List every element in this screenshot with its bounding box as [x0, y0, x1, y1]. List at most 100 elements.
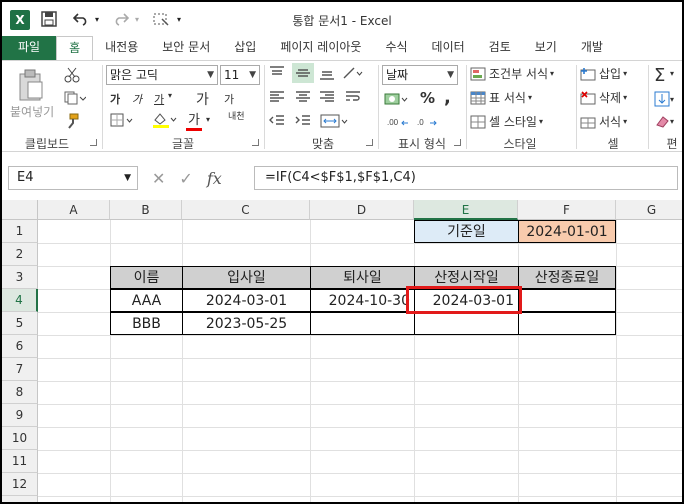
format-as-table-button[interactable]: 표 서식 ▾: [470, 89, 532, 106]
phonetic-button[interactable]: 내천: [228, 109, 245, 122]
cancel-icon[interactable]: ✕: [152, 169, 165, 188]
row-header-6[interactable]: 6: [2, 335, 38, 358]
tab-personal[interactable]: 내전용: [93, 36, 150, 60]
row-header-10[interactable]: 10: [2, 427, 38, 450]
row-header-8[interactable]: 8: [2, 381, 38, 404]
number-format-combo[interactable]: 날짜 ▼: [382, 65, 458, 85]
merge-center-icon[interactable]: [320, 113, 350, 129]
comma-button[interactable]: ,: [444, 87, 451, 108]
decrease-indent-icon[interactable]: [268, 113, 286, 129]
wrap-text-icon[interactable]: [344, 89, 362, 105]
tab-review[interactable]: 검토: [477, 36, 523, 60]
conditional-format-button[interactable]: 조건부 서식 ▾: [470, 65, 554, 82]
underline-dropdown-icon[interactable]: ▾: [168, 91, 172, 100]
align-bottom-icon[interactable]: [318, 65, 336, 81]
tab-home[interactable]: 홈: [56, 36, 94, 60]
cell-d4[interactable]: 2024-10-30: [310, 289, 415, 312]
font-size-combo[interactable]: 11 ▼: [220, 65, 260, 85]
paste-icon[interactable]: [16, 67, 50, 103]
column-header-f[interactable]: F: [518, 200, 616, 220]
fill-color-icon[interactable]: [152, 111, 178, 129]
clear-dropdown-icon[interactable]: ▾: [670, 117, 674, 126]
font-color-dropdown-icon[interactable]: ▾: [206, 115, 210, 124]
percent-button[interactable]: %: [420, 89, 435, 107]
tab-formulas[interactable]: 수식: [373, 36, 419, 60]
align-center-icon[interactable]: [294, 89, 312, 105]
delete-cells-button[interactable]: 삭제 ▾: [580, 89, 627, 106]
align-top-icon[interactable]: [268, 65, 286, 81]
row-header-3[interactable]: 3: [2, 266, 38, 289]
number-dialog-launcher-icon[interactable]: [454, 139, 461, 146]
fill-icon[interactable]: [654, 91, 670, 107]
autosum-dropdown-icon[interactable]: ▾: [670, 69, 674, 78]
fill-dropdown-icon[interactable]: ▾: [670, 95, 674, 104]
cell-b3[interactable]: 이름: [110, 266, 183, 289]
bold-button[interactable]: 가: [110, 91, 120, 107]
orientation-icon[interactable]: [342, 65, 364, 81]
column-header-e[interactable]: E: [414, 200, 518, 220]
row-header-11[interactable]: 11: [2, 450, 38, 473]
format-painter-icon[interactable]: [64, 113, 80, 129]
cell-e5[interactable]: [414, 312, 519, 335]
autosum-icon[interactable]: Σ: [654, 65, 665, 86]
formula-input[interactable]: =IF(C4<$F$1,$F$1,C4): [254, 166, 678, 190]
font-color-button[interactable]: 가: [186, 109, 202, 131]
row-header-2[interactable]: 2: [2, 243, 38, 266]
tab-insert[interactable]: 삽입: [222, 36, 268, 60]
row-header-9[interactable]: 9: [2, 404, 38, 427]
increase-indent-icon[interactable]: [294, 113, 312, 129]
row-header-7[interactable]: 7: [2, 358, 38, 381]
tab-data[interactable]: 데이터: [420, 36, 477, 60]
enter-icon[interactable]: ✓: [179, 169, 192, 188]
row-header-13[interactable]: 13: [2, 496, 38, 502]
column-header-a[interactable]: A: [38, 200, 110, 220]
cell-f5[interactable]: [518, 312, 616, 335]
align-right-icon[interactable]: [318, 89, 336, 105]
align-middle-icon[interactable]: [292, 63, 314, 83]
font-name-combo[interactable]: 맑은 고딕 ▼: [106, 65, 218, 85]
cell-f1[interactable]: 2024-01-01: [518, 220, 616, 243]
worksheet-grid[interactable]: A B C D E F G 1 2 3 4 5 6 7 8 9 10 11 12…: [2, 200, 682, 502]
column-header-c[interactable]: C: [182, 200, 310, 220]
clear-icon[interactable]: [654, 113, 670, 129]
copy-icon[interactable]: [64, 91, 86, 105]
cut-icon[interactable]: [64, 67, 80, 83]
tab-page-layout[interactable]: 페이지 레이아웃: [268, 36, 373, 60]
cell-d5[interactable]: [310, 312, 415, 335]
border-icon[interactable]: [110, 113, 134, 127]
tab-security-document[interactable]: 보안 문서: [150, 36, 222, 60]
format-cells-button[interactable]: 서식 ▾: [580, 113, 627, 130]
insert-function-icon[interactable]: fx: [207, 169, 222, 188]
shrink-font-button[interactable]: 가: [224, 91, 234, 107]
select-all-corner[interactable]: [2, 200, 38, 220]
row-header-4[interactable]: 4: [2, 289, 38, 312]
cell-c3[interactable]: 입사일: [182, 266, 311, 289]
insert-cells-button[interactable]: 삽입 ▾: [580, 65, 627, 82]
accounting-format-icon[interactable]: [384, 91, 410, 107]
cell-c4[interactable]: 2024-03-01: [182, 289, 311, 312]
cell-styles-button[interactable]: 셀 스타일 ▾: [470, 113, 543, 130]
name-box[interactable]: E4 ▼: [8, 166, 138, 190]
grow-font-button[interactable]: 가: [196, 89, 209, 109]
column-header-b[interactable]: B: [110, 200, 182, 220]
column-header-d[interactable]: D: [310, 200, 414, 220]
paste-button[interactable]: 붙여넣기: [10, 103, 54, 120]
increase-decimal-icon[interactable]: .00: [386, 113, 410, 129]
cell-e1[interactable]: 기준일: [414, 220, 519, 243]
cell-b5[interactable]: BBB: [110, 312, 183, 335]
alignment-dialog-launcher-icon[interactable]: [366, 139, 373, 146]
tab-view[interactable]: 보기: [523, 36, 569, 60]
italic-button[interactable]: 가: [132, 91, 142, 107]
row-header-12[interactable]: 12: [2, 473, 38, 496]
cell-d3[interactable]: 퇴사일: [310, 266, 415, 289]
cell-f3[interactable]: 산정종료일: [518, 266, 616, 289]
row-header-1[interactable]: 1: [2, 220, 38, 243]
decrease-decimal-icon[interactable]: .0: [416, 113, 440, 129]
column-header-g[interactable]: G: [616, 200, 682, 220]
font-dialog-launcher-icon[interactable]: [252, 139, 259, 146]
cell-c5[interactable]: 2023-05-25: [182, 312, 311, 335]
row-header-5[interactable]: 5: [2, 312, 38, 335]
clipboard-dialog-launcher-icon[interactable]: [90, 139, 97, 146]
cell-b4[interactable]: AAA: [110, 289, 183, 312]
tab-file[interactable]: 파일: [2, 36, 57, 60]
